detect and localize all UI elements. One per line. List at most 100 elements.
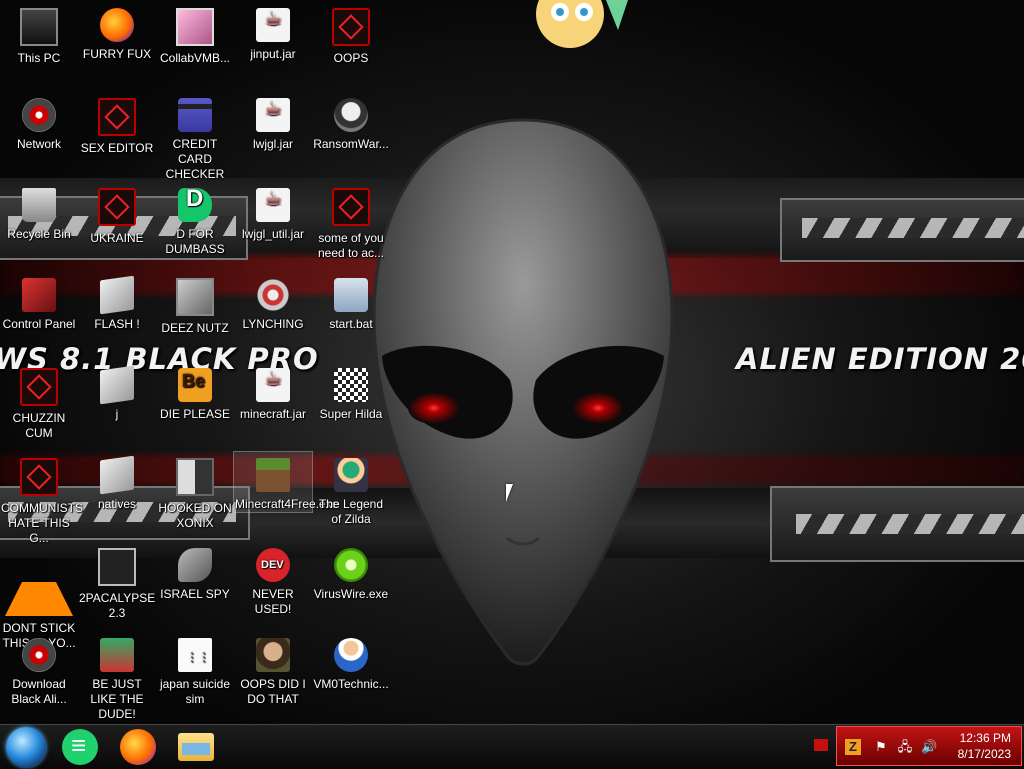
- desktop-icon-super-hilda[interactable]: Super Hilda: [312, 362, 390, 422]
- action-center-flag-icon[interactable]: ⚑: [873, 739, 889, 755]
- file-explorer-icon[interactable]: [178, 733, 214, 761]
- desktop-icon-oops[interactable]: OOPS: [312, 2, 390, 66]
- taskbar-clock[interactable]: 12:36 PM 8/17/2023: [958, 730, 1011, 762]
- desktop-icon-some-of-you[interactable]: some of you need to ac...: [312, 182, 390, 261]
- desktop-icon-label: The Legend of Zilda: [318, 497, 384, 526]
- start-orb-icon[interactable]: [6, 727, 46, 767]
- desktop-icon-network[interactable]: Network: [0, 92, 78, 152]
- document-icon: [178, 638, 212, 672]
- trojan-icon: [98, 98, 136, 136]
- java-icon: [256, 98, 290, 132]
- desktop-icon-label: Network: [16, 137, 61, 151]
- stack-icon: [176, 278, 214, 316]
- desktop-icon-never-used[interactable]: NEVER USED!: [234, 542, 312, 617]
- credit-card-icon: [178, 98, 212, 132]
- desktop-icon-lwjgl-jar[interactable]: lwjgl.jar: [234, 92, 312, 152]
- desktop-icon-label: NEVER USED!: [252, 587, 294, 616]
- desktop-icon-japan-suicide-sim[interactable]: japan suicide sim: [156, 632, 234, 707]
- desktop-icon-minecraft4free[interactable]: Minecraft4Free.exe: [233, 451, 339, 513]
- system-tray: Z ⚑ 🖧 🔊 12:36 PM 8/17/2023: [836, 726, 1022, 766]
- desktop-icon-label: start.bat: [329, 317, 373, 331]
- desktop-icon-ransomware[interactable]: RansomWar...: [312, 92, 390, 152]
- desktop-icon-label: VM0Technic...: [313, 677, 389, 691]
- desktop-icon-sex-editor[interactable]: SEX EDITOR: [78, 92, 156, 156]
- desktop-icon-credit-card-checker[interactable]: CREDIT CARD CHECKER: [156, 92, 234, 182]
- desktop-icon-label: j: [115, 407, 119, 421]
- desktop-icon-label: BE JUST LIKE THE DUDE!: [90, 677, 144, 721]
- network-tray-icon[interactable]: 🖧: [897, 739, 913, 755]
- desktop-icon-label: 2PACALYPSE 2.3: [79, 591, 156, 620]
- desktop-icon-lwjgl-util-jar[interactable]: lwjgl_util.jar: [234, 182, 312, 242]
- desktop-icon-label: SEX EDITOR: [80, 141, 154, 155]
- desktop-icon-recycle-bin[interactable]: Recycle Bin: [0, 182, 78, 242]
- pixel-icon: [334, 368, 368, 402]
- java-icon: [256, 188, 290, 222]
- desktop-icon-2pacalypse[interactable]: 2PACALYPSE 2.3: [78, 542, 156, 621]
- desktop-icon-legend-of-zilda[interactable]: The Legend of Zilda: [312, 452, 390, 527]
- desktop-icon-communists[interactable]: COMMUNISTS HATE THIS G...: [0, 452, 83, 546]
- desktop-icon-start-bat[interactable]: start.bat: [312, 272, 390, 332]
- desktop-icon-label: some of you need to ac...: [317, 231, 385, 260]
- volume-icon[interactable]: 🔊: [921, 739, 937, 755]
- desktop-icon-minecraft-jar[interactable]: minecraft.jar: [234, 362, 312, 422]
- mouse-cursor-icon: [506, 484, 513, 502]
- firefox-icon[interactable]: [120, 729, 156, 765]
- desktop-icon-label: OOPS: [333, 51, 369, 65]
- desktop-icon-control-panel[interactable]: Control Panel: [0, 272, 78, 332]
- desktop-icon-die-please[interactable]: DIE PLEASE: [156, 362, 234, 422]
- trojan-icon: [332, 8, 370, 46]
- docs-icon[interactable]: [62, 729, 98, 765]
- wallpaper-stripes: [796, 514, 1024, 534]
- alien-head-illustration: [372, 118, 674, 666]
- image-icon: [176, 8, 214, 46]
- desktop-icon-oops-did-i-do-that[interactable]: OOPS DID I DO THAT: [234, 632, 312, 707]
- desktop-icon-this-pc[interactable]: This PC: [0, 2, 78, 66]
- desktop-icon-jinput-jar[interactable]: jinput.jar: [234, 2, 312, 62]
- lime-icon: [334, 548, 368, 582]
- desktop-icon-be-just-like-the-dude[interactable]: BE JUST LIKE THE DUDE!: [78, 632, 156, 722]
- desktop-icon-vm0technic[interactable]: VM0Technic...: [312, 632, 390, 692]
- desktop-icon-label: VirusWire.exe: [313, 587, 389, 601]
- hook-icon: [176, 458, 214, 496]
- desktop-icon-label: Download Black Ali...: [11, 677, 67, 706]
- dude-icon: [100, 638, 134, 672]
- desktop-icon-furry-fux[interactable]: FURRY FUX: [78, 2, 156, 62]
- computer-icon: [20, 8, 58, 46]
- desktop-icon-label: natives: [97, 497, 137, 511]
- zelda-icon: [334, 458, 368, 492]
- desktop-icon-label: lwjgl_util.jar: [241, 227, 305, 241]
- desktop-icon-flash[interactable]: FLASH !: [78, 272, 156, 332]
- desktop-icon-label: CollabVMB...: [159, 51, 231, 65]
- minecraft-icon: [256, 458, 290, 492]
- desktop-icon-label: LYNCHING: [242, 317, 304, 331]
- dev-icon: [256, 548, 290, 582]
- desktop-icon-israel-spy[interactable]: ISRAEL SPY: [156, 542, 234, 602]
- desktop-icon-label: Minecraft4Free.exe: [235, 497, 339, 511]
- desktop-icon-lynching[interactable]: LYNCHING: [234, 272, 312, 332]
- desktop-icon-deez-nutz[interactable]: DEEZ NUTZ: [156, 272, 234, 336]
- network-icon: [22, 638, 56, 672]
- desktop-icon-chuzzin-cum[interactable]: CHUZZIN CUM: [0, 362, 78, 441]
- tray-overflow-icon[interactable]: [814, 739, 828, 751]
- desktop-icon-label: ISRAEL SPY: [160, 587, 230, 601]
- skull-icon: [334, 98, 368, 132]
- desktop-icon-viruswire[interactable]: VirusWire.exe: [312, 542, 390, 602]
- desktop-icon-natives[interactable]: natives: [78, 452, 156, 512]
- desktop-icon-label: D FOR DUMBASS: [165, 227, 225, 256]
- ime-icon[interactable]: Z: [845, 739, 861, 755]
- desktop-icon-ukraine[interactable]: UKRAINE: [78, 182, 156, 246]
- desktop-icon-collabvmb[interactable]: CollabVMB...: [156, 2, 234, 66]
- desktop-icon-download-black-alien[interactable]: Download Black Ali...: [0, 632, 78, 707]
- clock-time: 12:36 PM: [959, 731, 1011, 745]
- recycle-bin-icon: [22, 188, 56, 222]
- desktop-icon-label: minecraft.jar: [239, 407, 307, 421]
- desktop-icon-label: FURRY FUX: [82, 47, 152, 61]
- desktop-icon-hooked-on-xonix[interactable]: HOOKED ON XONIX: [156, 452, 234, 531]
- face-icon: [256, 638, 290, 672]
- desktop-icon-label: RansomWar...: [313, 137, 389, 151]
- desktop-icon-j[interactable]: j: [78, 362, 156, 422]
- green-d-icon: [178, 188, 212, 222]
- network-icon: [22, 98, 56, 132]
- flash-icon: [100, 275, 134, 315]
- desktop-icon-d-for-dumbass[interactable]: D FOR DUMBASS: [156, 182, 234, 257]
